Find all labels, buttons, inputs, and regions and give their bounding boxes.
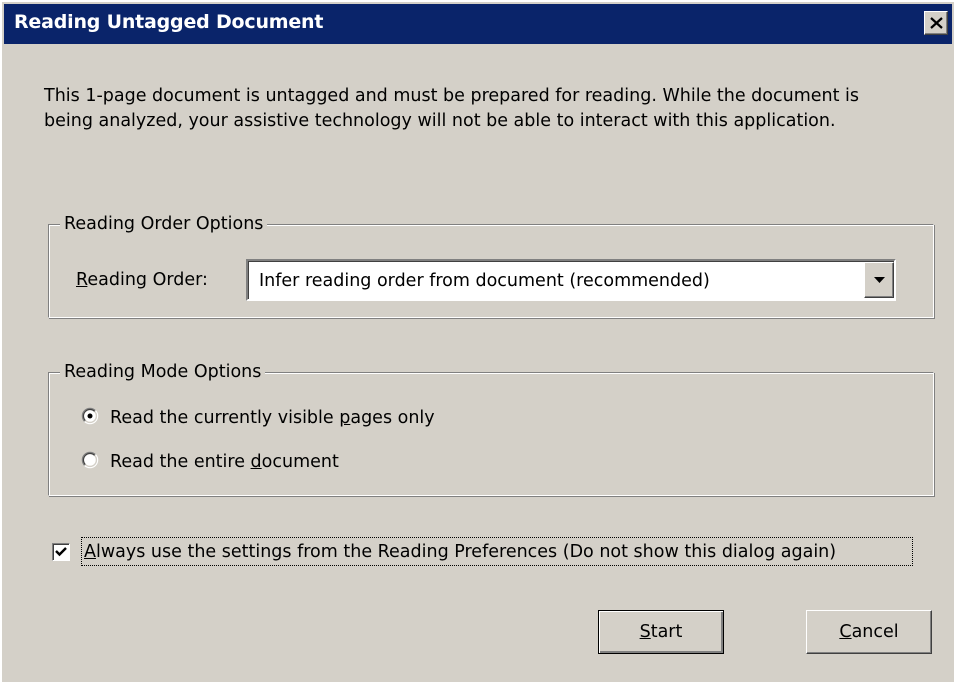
dialog-message: This 1-page document is untagged and mus…: [44, 86, 860, 131]
window-title: Reading Untagged Document: [14, 11, 324, 33]
dialog-window: Reading Untagged Document This 1-page do…: [0, 0, 954, 682]
cancel-button[interactable]: Cancel: [806, 610, 932, 654]
chevron-down-icon: [874, 277, 885, 283]
radio-visible-pages-label[interactable]: Read the currently visible pages only: [110, 407, 435, 429]
radio-entire-document-label[interactable]: Read the entire document: [110, 451, 339, 473]
reading-mode-group: [48, 372, 934, 496]
close-icon: [930, 17, 943, 29]
reading-order-legend: Reading Order Options: [60, 213, 268, 235]
reading-mode-legend: Reading Mode Options: [60, 361, 266, 383]
always-use-label[interactable]: Always use the settings from the Reading…: [84, 541, 836, 563]
radio-dot: [87, 413, 93, 419]
start-button[interactable]: Start: [598, 610, 724, 654]
radio-entire-document[interactable]: [81, 451, 99, 469]
close-button[interactable]: [924, 11, 948, 35]
checkmark-icon: [55, 547, 67, 557]
reading-order-value: Infer reading order from document (recom…: [259, 271, 710, 291]
always-use-checkbox[interactable]: [52, 543, 70, 561]
radio-visible-pages[interactable]: [81, 407, 99, 425]
reading-order-select[interactable]: Infer reading order from document (recom…: [246, 259, 896, 301]
title-bar[interactable]: Reading Untagged Document: [4, 4, 952, 44]
reading-order-label: Reading Order:: [76, 270, 208, 290]
dropdown-button[interactable]: [864, 262, 894, 298]
